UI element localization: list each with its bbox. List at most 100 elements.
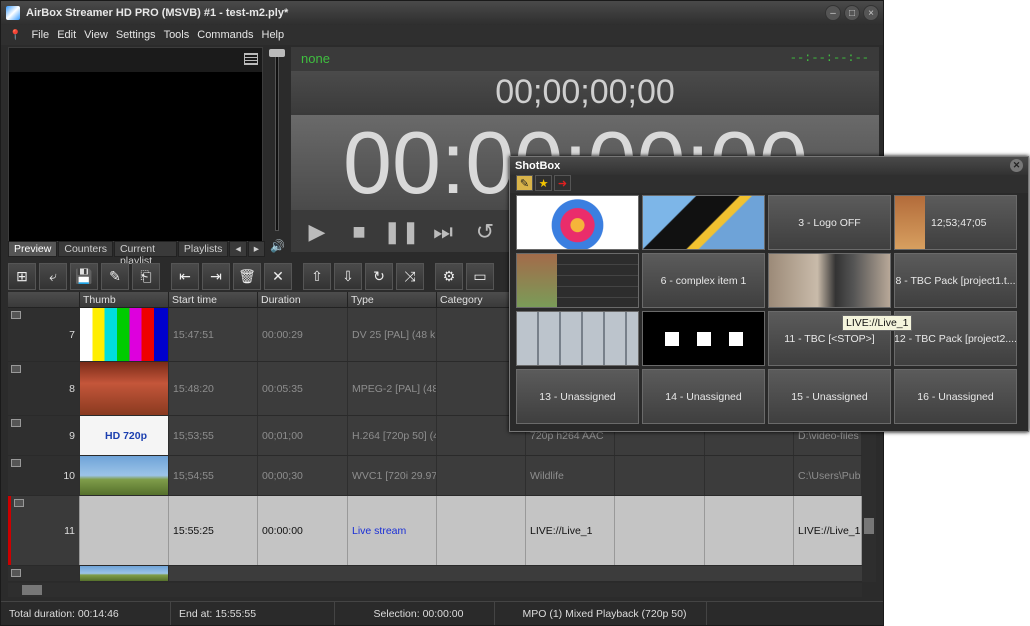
shuffle-icon[interactable]: ⤨ [396,263,424,290]
row-thumbnail [80,308,169,361]
insert-icon[interactable]: ⤶ [39,263,67,290]
shotbox-tile-9[interactable] [516,311,639,366]
row-type: Live stream [348,496,437,565]
row-number: 7 [8,308,80,361]
move-right-icon[interactable]: ⇥ [202,263,230,290]
shotbox-edit-icon[interactable]: ✎ [516,175,533,191]
tab-current-playlist[interactable]: Current playlist [113,241,177,267]
scroll-thumb[interactable] [864,518,874,534]
delete-icon[interactable]: 🗑 [233,263,261,290]
transport-controls: ▶ ■ ❚❚ ⏭ ↺ [291,217,503,249]
clear-icon[interactable]: ✕ [264,263,292,290]
save-as-icon[interactable]: ✎ [101,263,129,290]
shotbox-star-icon[interactable]: ★ [535,175,552,191]
loop-icon[interactable]: ↻ [365,263,393,290]
row-c8 [705,456,794,495]
volume-track[interactable] [275,51,279,231]
status-extra [707,602,881,625]
horizontal-scrollbar[interactable] [8,583,862,597]
tab-counters[interactable]: Counters [58,241,113,257]
minimize-icon[interactable]: – [825,5,841,21]
settings-icon[interactable]: ⚙ [435,263,463,290]
total-duration: Total duration: 00:14:46 [1,602,171,625]
row-start: 15:48:20 [169,362,258,415]
add-file-icon[interactable]: ⊞ [8,263,36,290]
col-type[interactable]: Type [348,292,437,307]
menu-settings[interactable]: Settings [116,29,156,41]
shotbox-tile-4[interactable]: 12;53;47;05 [894,195,1017,250]
tab-scroll-left-icon[interactable]: ◂ [229,241,247,257]
shotbox-tile-15[interactable]: 15 - Unassigned [768,369,891,424]
shotbox-tile-16[interactable]: 16 - Unassigned [894,369,1017,424]
menu-help[interactable]: Help [262,29,285,41]
shotbox-tile-8[interactable]: 8 - TBC Pack [project1.t... [894,253,1017,308]
close-icon[interactable]: × [863,5,879,21]
live-icon [14,499,24,507]
row-duration: 00:00:29 [258,308,348,361]
window-title: AirBox Streamer HD PRO (MSVB) #1 - test-… [26,7,289,19]
table-row[interactable] [8,566,862,582]
shotbox-tile-3[interactable]: 3 - Logo OFF [768,195,891,250]
tab-playlists[interactable]: Playlists [177,241,229,257]
volume-thumb[interactable] [269,49,285,57]
col-start-time[interactable]: Start time [169,292,258,307]
volume-slider[interactable]: 🔊 [267,47,287,253]
shotbox-tile-10[interactable] [642,311,765,366]
shotbox-close-icon[interactable]: ✕ [1010,159,1023,172]
shotbox-tile-6[interactable]: 6 - complex item 1 [642,253,765,308]
small-timecode: --:--:--:-- [789,51,869,65]
save-icon[interactable]: 💾 [70,263,98,290]
row-category [437,496,526,565]
maximize-icon[interactable]: □ [844,5,860,21]
row-type: DV 25 [PAL] (48 kHz [348,308,437,361]
pin-icon[interactable]: 📍 [9,30,21,41]
move-up-icon[interactable]: ⇧ [303,263,331,290]
app-logo-icon [6,6,20,20]
shotbox-tile-5[interactable] [516,253,639,308]
shotbox-arrow-icon[interactable]: ➜ [554,175,571,191]
shotbox-grid: 3 - Logo OFF 12;53;47;05 6 - complex ite… [516,195,1017,424]
play-icon[interactable]: ▶ [299,217,335,247]
shotbox-tile-13[interactable]: 13 - Unassigned [516,369,639,424]
list-icon[interactable] [244,53,258,65]
tab-scroll-right-icon[interactable]: ▸ [247,241,265,257]
pause-icon[interactable]: ❚❚ [383,217,420,247]
restart-icon[interactable]: ↺ [467,217,503,247]
move-left-icon[interactable]: ⇤ [171,263,199,290]
monitor-icon[interactable]: ▭ [466,263,494,290]
col-duration[interactable]: Duration [258,292,348,307]
col-thumb[interactable]: Thumb [80,292,169,307]
row-category [437,456,526,495]
row-start: 15;53;55 [169,416,258,455]
shotbox-window: ShotBox ✕ ✎ ★ ➜ 3 - Logo OFF 12;53;47;05… [509,156,1029,432]
stop-icon[interactable]: ■ [341,217,377,247]
col-number[interactable] [8,292,80,307]
scroll-thumb[interactable] [22,585,42,595]
preview-header [9,48,262,72]
playback-mode: MPO (1) Mixed Playback (720p 50) [495,602,707,625]
shotbox-tile-2[interactable] [642,195,765,250]
shotbox-tile-14[interactable]: 14 - Unassigned [642,369,765,424]
table-row[interactable]: 10 15;54;55 00;00;30 WVC1 [720i 29.97] W… [8,456,862,496]
clip-icon [11,419,21,427]
shotbox-tile-7[interactable] [768,253,891,308]
menu-file[interactable]: File [31,29,49,41]
speaker-icon[interactable]: 🔊 [270,239,285,253]
clip-icon [11,459,21,467]
next-icon[interactable]: ⏭ [425,217,461,247]
shotbox-tile-1[interactable] [516,195,639,250]
clip-icon [11,365,21,373]
menu-edit[interactable]: Edit [57,29,76,41]
menu-tools[interactable]: Tools [164,29,190,41]
tab-preview[interactable]: Preview [8,241,58,257]
import-icon[interactable]: ⎗ [132,263,160,290]
row-number [8,566,80,581]
row-c7 [615,456,705,495]
row-start: 15;54;55 [169,456,258,495]
menu-view[interactable]: View [84,29,108,41]
move-down-icon[interactable]: ⇩ [334,263,362,290]
table-row-selected[interactable]: 11 15:55:25 00:00:00 Live stream LIVE://… [8,496,862,566]
menu-commands[interactable]: Commands [197,29,253,41]
clip-icon [11,569,21,577]
row-duration: 00:05:35 [258,362,348,415]
